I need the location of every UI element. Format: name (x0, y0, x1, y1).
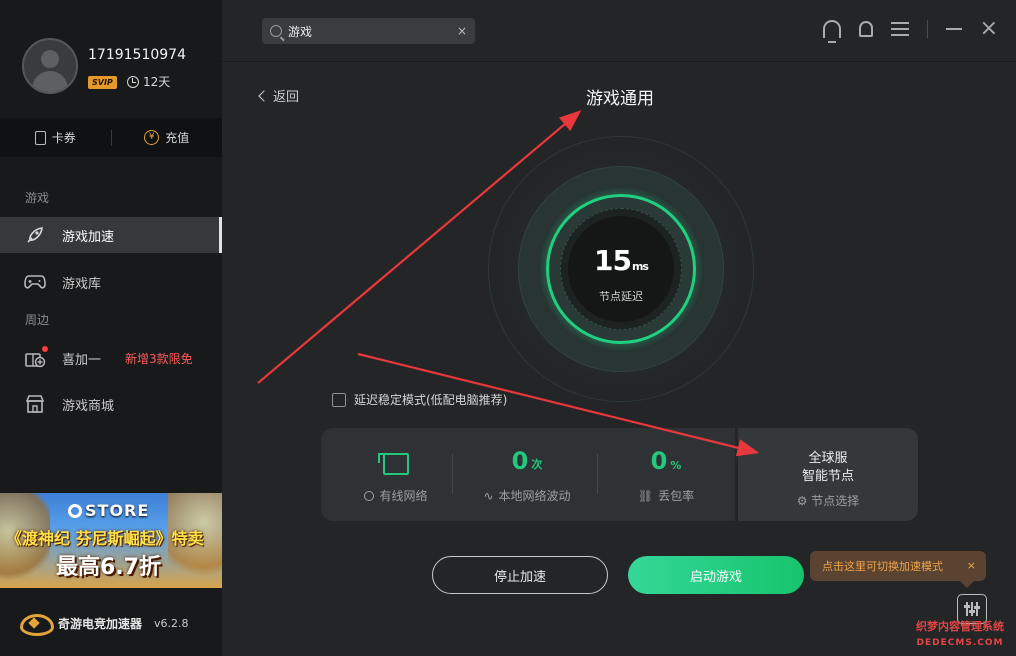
svip-badge: SVIP (88, 76, 117, 89)
back-button[interactable]: 返回 (258, 86, 300, 105)
menu-icon[interactable] (890, 22, 909, 36)
clear-search-button[interactable]: × (457, 24, 467, 38)
minimize-icon[interactable] (945, 28, 962, 30)
stat-fluctuation-label: 本地网络波动 (498, 489, 571, 503)
top-bar: × × (222, 0, 1016, 62)
window-controls: × (822, 18, 998, 43)
banner-headline: 《渡神纪 芬尼斯崛起》特卖 (6, 529, 204, 548)
vip-days-text: 12天 (143, 75, 171, 89)
node-selector[interactable]: 全球服 智能节点 ⚙ 节点选择 (735, 428, 918, 521)
stat-packet-loss: 0% ⛓ 丢包率 (601, 428, 731, 521)
search-box: × (262, 18, 475, 44)
user-profile: 17191510974 SVIP 12天 (0, 0, 222, 118)
section-around-heading: 周边 (25, 313, 50, 327)
banner-store-text: STORE (85, 501, 150, 520)
watermark-line2: DEDECMS.COM (916, 638, 1004, 648)
gear-icon: ⚙ (796, 494, 808, 508)
clock-icon (127, 75, 139, 88)
recharge-label: 充值 (165, 131, 190, 145)
sidebar-item-game-store[interactable]: 游戏商城 (0, 386, 222, 422)
sidebar-item-game-library[interactable]: 游戏库 (0, 264, 222, 300)
banner-store-logo: STORE (68, 501, 149, 520)
node-select-label: 节点选择 (811, 494, 860, 508)
coupon-button[interactable]: 卡券 (0, 129, 111, 146)
rocket-icon (24, 225, 46, 245)
coin-icon: ¥ (144, 130, 160, 145)
latency-number: 15 (594, 244, 632, 277)
stats-panel: 有线网络 0次 ∿ 本地网络波动 0% ⛓ 丢包率 全球服 智能节点 ⚙ 节点选择 (321, 428, 918, 521)
search-icon (270, 25, 282, 37)
promo-text: 新增3款限免 (125, 351, 193, 366)
packet-loss-value: 0 (650, 447, 668, 475)
stat-network-label: 有线网络 (379, 489, 428, 503)
chevron-left-icon (258, 89, 270, 102)
sidebar-item-label: 游戏加速 (62, 229, 115, 245)
latency-unit: ms (631, 260, 649, 273)
sidebar-item-label: 喜加一 (62, 352, 102, 368)
link-icon: ⛓ (637, 488, 654, 503)
sidebar-item-free-games[interactable]: 喜加一 新增3款限免 (0, 340, 222, 376)
gamepad-icon (24, 272, 46, 292)
stat-fluctuation: 0次 ∿ 本地网络波动 (457, 428, 597, 521)
stat-packet-loss-label: 丢包率 (658, 489, 695, 503)
headset-support-icon[interactable] (822, 20, 841, 43)
quick-actions: 卡券 ¥ 充值 (0, 118, 222, 157)
app-version: v6.2.8 (154, 616, 189, 630)
store-icon (24, 394, 46, 414)
node-type: 智能节点 (801, 469, 854, 484)
app-logo-icon (20, 612, 54, 636)
sidebar: 17191510974 SVIP 12天 卡券 ¥ 充值 游戏 游戏加速 游戏库… (0, 0, 222, 656)
brand-name: 奇游电竞加速器 (58, 616, 143, 631)
pulse-icon: ∿ (483, 488, 494, 503)
stable-mode-checkbox[interactable] (332, 392, 346, 407)
globe-icon (364, 490, 375, 501)
notification-dot (42, 346, 48, 352)
packet-loss-unit: % (670, 459, 682, 472)
launch-game-button[interactable]: 启动游戏 (628, 556, 804, 594)
stable-mode-option[interactable]: 延迟稳定模式(低配电脑推荐) (332, 391, 507, 408)
brand-footer: 奇游电竞加速器 v6.2.8 (0, 598, 222, 648)
mode-switch-tooltip: 点击这里可切换加速模式 × (810, 551, 986, 588)
page-title: 游戏通用 (586, 89, 654, 109)
fluctuation-unit: 次 (531, 458, 543, 471)
gift-plus-icon (24, 346, 48, 368)
close-icon[interactable]: × (980, 18, 998, 40)
username: 17191510974 (88, 47, 186, 63)
sidebar-item-label: 游戏商城 (62, 398, 115, 414)
banner-discount: 最高6.7折 (56, 555, 161, 580)
recharge-button[interactable]: ¥ 充值 (112, 129, 223, 146)
sidebar-item-game-boost[interactable]: 游戏加速 (0, 217, 222, 253)
tooltip-text: 点击这里可切换加速模式 (822, 560, 943, 573)
node-region: 全球服 (808, 451, 848, 466)
node-name: 全球服 智能节点 (738, 450, 918, 486)
latency-label: 节点延迟 (599, 290, 643, 303)
tooltip-close-button[interactable]: × (967, 559, 976, 572)
divider (926, 20, 928, 38)
promo-banner[interactable]: STORE 《渡神纪 芬尼斯崛起》特卖 最高6.7折 (0, 493, 222, 588)
back-label: 返回 (273, 90, 300, 105)
section-games-heading: 游戏 (25, 191, 50, 205)
watermark: 织梦内容管理系统 DEDECMS.COM (906, 619, 1014, 651)
bell-icon[interactable] (858, 21, 873, 37)
stable-mode-label: 延迟稳定模式(低配电脑推荐) (354, 393, 508, 407)
sidebar-item-label: 游戏库 (62, 276, 102, 292)
coupon-label: 卡券 (51, 131, 76, 145)
latency-gauge: 15ms 节点延迟 (488, 136, 754, 402)
latency-value: 15ms (488, 244, 754, 277)
avatar[interactable] (22, 38, 78, 94)
fluctuation-value: 0 (511, 447, 529, 475)
node-select-link[interactable]: ⚙ 节点选择 (738, 492, 918, 509)
ethernet-icon (378, 453, 409, 475)
stat-network: 有线网络 (341, 428, 451, 521)
stop-boost-button[interactable]: 停止加速 (432, 556, 608, 594)
watermark-line1: 织梦内容管理系统 (916, 620, 1004, 633)
coupon-icon (34, 130, 46, 145)
search-input[interactable] (288, 24, 457, 38)
vip-days: 12天 (127, 73, 170, 90)
